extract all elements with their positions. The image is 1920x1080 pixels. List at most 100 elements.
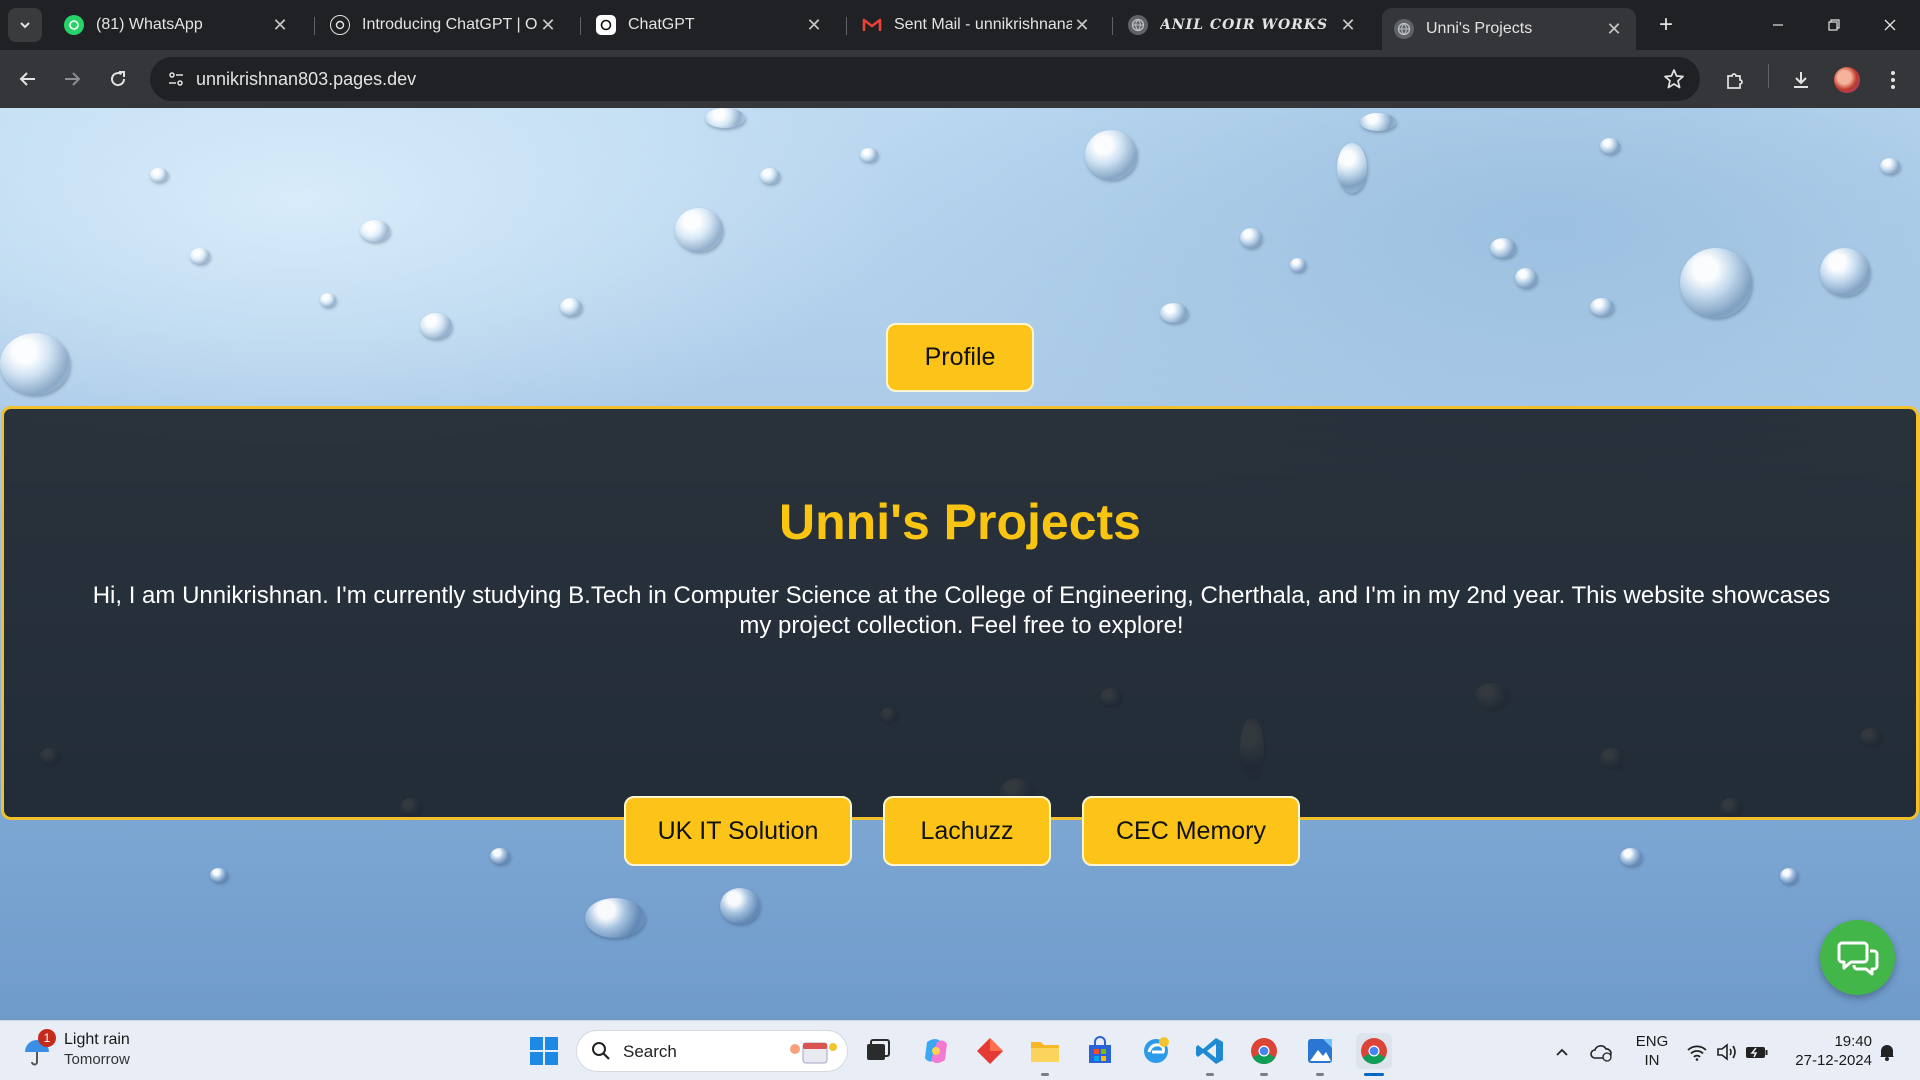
- tab-title: (81) WhatsApp: [96, 16, 203, 33]
- tab-unnis-projects[interactable]: Unni's Projects ✕: [1382, 8, 1636, 50]
- close-window-button[interactable]: [1868, 8, 1912, 42]
- folder-icon: [1031, 1042, 1059, 1062]
- tab-strip: (81) WhatsApp ✕ Introducing ChatGPT | Op…: [0, 0, 1920, 50]
- menu-button[interactable]: [1876, 63, 1910, 97]
- chrome-active-button[interactable]: [1356, 1033, 1392, 1069]
- restore-icon: [1828, 19, 1840, 31]
- close-icon[interactable]: ✕: [538, 15, 558, 35]
- close-icon[interactable]: ✕: [804, 15, 824, 35]
- windows-logo-icon: [530, 1037, 558, 1065]
- running-indicator: [1260, 1073, 1268, 1076]
- chrome-icon: [1361, 1038, 1387, 1065]
- site-info-icon[interactable]: [160, 63, 192, 95]
- notifications-button[interactable]: [1874, 1039, 1900, 1065]
- show-hidden-icons-button[interactable]: [1549, 1039, 1575, 1065]
- project-button-uk-it-solution[interactable]: UK IT Solution: [624, 796, 852, 866]
- tab-title: Sent Mail - unnikrishnana8: [894, 16, 1072, 33]
- extensions-button[interactable]: [1718, 63, 1752, 97]
- chat-bubbles-icon: [1837, 941, 1878, 975]
- close-icon[interactable]: ✕: [1338, 15, 1358, 35]
- vscode-button[interactable]: [1192, 1033, 1228, 1069]
- battery-charging-icon: [1746, 1047, 1768, 1058]
- volume-button[interactable]: [1714, 1039, 1740, 1065]
- close-icon: [1884, 19, 1896, 31]
- tab-title: ChatGPT: [628, 16, 695, 33]
- copilot-button[interactable]: [918, 1033, 954, 1069]
- system-clock[interactable]: 19:40 27-12-2024: [1780, 1032, 1872, 1070]
- chevron-down-icon: [20, 22, 30, 29]
- bookmark-star-icon[interactable]: [1662, 67, 1686, 91]
- battery-button[interactable]: [1744, 1039, 1770, 1065]
- url-text: unnikrishnan803.pages.dev: [196, 69, 417, 89]
- tab-chatgpt[interactable]: ChatGPT ✕: [584, 8, 836, 42]
- red-diamond-icon: [977, 1038, 1003, 1064]
- vscode-icon: [1196, 1038, 1223, 1064]
- windows-taskbar: 1 Light rain Tomorrow Search ENG IN 19:4…: [0, 1020, 1920, 1080]
- toolbar-divider: [1768, 64, 1769, 88]
- minimize-icon: [1773, 24, 1783, 26]
- minimize-button[interactable]: [1756, 8, 1800, 42]
- photo-app-button[interactable]: [1302, 1033, 1338, 1069]
- page-title: Unni's Projects: [779, 494, 1141, 550]
- downloads-button[interactable]: [1784, 63, 1818, 97]
- copilot-icon: [925, 1039, 947, 1063]
- region-code: IN: [1644, 1052, 1660, 1069]
- edge-dev-button[interactable]: [1138, 1033, 1174, 1069]
- speaker-icon: [1717, 1043, 1736, 1061]
- search-placeholder: Search: [623, 1042, 677, 1061]
- project-button-cec-memory[interactable]: CEC Memory: [1082, 796, 1300, 866]
- project-button-lachuzz[interactable]: Lachuzz: [883, 796, 1051, 866]
- browser-toolbar: unnikrishnan803.pages.dev: [0, 50, 1920, 108]
- puzzle-icon: [1727, 73, 1743, 89]
- close-icon[interactable]: ✕: [1072, 15, 1092, 35]
- wifi-button[interactable]: [1684, 1039, 1710, 1065]
- tab-introducing-chatgpt[interactable]: Introducing ChatGPT | Ope ✕: [318, 8, 570, 42]
- tab-divider: [846, 17, 847, 35]
- chat-button[interactable]: [1820, 920, 1895, 995]
- download-icon: [1794, 72, 1808, 88]
- start-button[interactable]: [526, 1033, 562, 1069]
- weather-widget[interactable]: 1 Light rain Tomorrow: [22, 1029, 152, 1073]
- gmail-icon: [862, 15, 882, 35]
- app-red-diamond-button[interactable]: [972, 1033, 1008, 1069]
- chevron-up-icon: [1556, 1048, 1568, 1056]
- running-indicator: [1316, 1073, 1324, 1076]
- onedrive-button[interactable]: [1588, 1039, 1614, 1065]
- bell-icon: [1880, 1045, 1894, 1061]
- projects-panel: Unni's Projects Hi, I am Unnikrishnan. I…: [1, 406, 1919, 866]
- new-tab-button[interactable]: +: [1652, 12, 1680, 40]
- calendar-sticker-icon: [790, 1042, 837, 1064]
- tab-title: Unni's Projects: [1426, 20, 1533, 37]
- close-icon[interactable]: ✕: [1604, 19, 1624, 39]
- tab-gmail[interactable]: Sent Mail - unnikrishnana8 ✕: [850, 8, 1104, 42]
- microsoft-store-button[interactable]: [1082, 1033, 1118, 1069]
- language-indicator[interactable]: ENG IN: [1634, 1032, 1670, 1070]
- file-explorer-button[interactable]: [1027, 1033, 1063, 1069]
- globe-icon: [1128, 15, 1148, 35]
- tab-title: ANIL COIR WORKS: [1160, 17, 1329, 33]
- reload-button[interactable]: [100, 61, 136, 97]
- back-button[interactable]: [10, 61, 46, 97]
- chrome-icon: [1251, 1038, 1277, 1065]
- restore-button[interactable]: [1812, 8, 1856, 42]
- tab-divider: [580, 17, 581, 35]
- address-bar[interactable]: unnikrishnan803.pages.dev: [150, 57, 1700, 101]
- clock-date: 27-12-2024: [1795, 1052, 1872, 1069]
- whatsapp-icon: [64, 15, 84, 35]
- page-viewport: Profile Unni's Projects Hi, I am Unnikri…: [0, 108, 1920, 1020]
- profile-button[interactable]: Profile: [886, 323, 1034, 392]
- task-view-button[interactable]: [860, 1033, 896, 1069]
- tab-search-button[interactable]: [8, 8, 42, 42]
- tab-divider: [314, 17, 315, 35]
- avatar: [1834, 67, 1860, 93]
- tab-anil-coir-works[interactable]: ANIL COIR WORKS ✕: [1116, 8, 1370, 42]
- taskbar-search[interactable]: Search: [576, 1030, 848, 1072]
- reload-icon: [111, 71, 126, 87]
- task-view-icon: [867, 1039, 890, 1060]
- tab-whatsapp[interactable]: (81) WhatsApp ✕: [52, 8, 302, 42]
- profile-avatar-button[interactable]: [1830, 63, 1864, 97]
- close-icon[interactable]: ✕: [270, 15, 290, 35]
- store-icon: [1089, 1036, 1111, 1063]
- chrome-button[interactable]: [1246, 1033, 1282, 1069]
- forward-button[interactable]: [54, 61, 90, 97]
